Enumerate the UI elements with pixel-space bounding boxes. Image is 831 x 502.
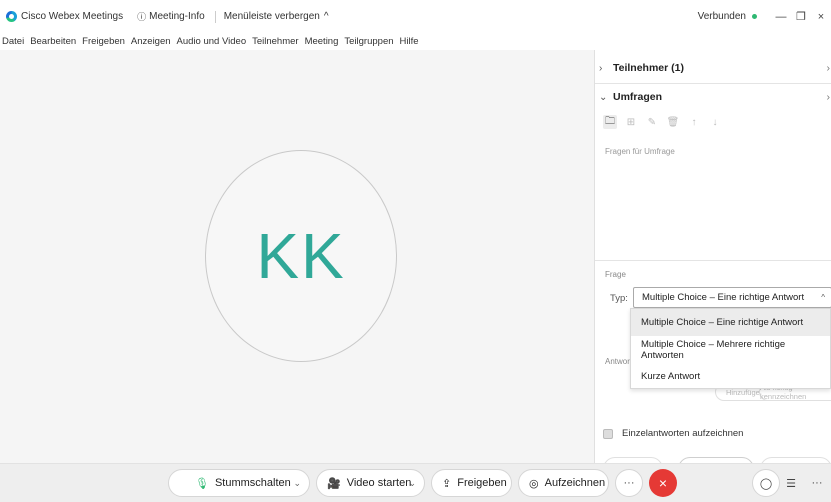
menu-hilfe[interactable]: Hilfe <box>400 36 419 47</box>
webex-logo-icon <box>6 11 17 22</box>
participants-header-label: Teilnehmer (1) <box>613 62 684 74</box>
poll-list-icon: ☰ <box>786 477 796 490</box>
answer-label: Antwort <box>605 357 633 366</box>
title-bar: Cisco Webex Meetings ⓘ Meeting-Info Menü… <box>0 0 831 33</box>
start-video-button[interactable]: 🎥 Video starten ⌄ <box>316 469 425 497</box>
record-label: Aufzeichnen <box>544 477 606 489</box>
question-type-value: Multiple Choice – Eine richtige Antwort <box>642 292 805 303</box>
more-icon: ··· <box>811 477 823 489</box>
share-label: Freigeben <box>457 477 507 489</box>
hide-menubar-label: Menüleiste verbergen <box>223 11 320 22</box>
question-label: Frage <box>605 270 626 279</box>
more-icon: ··· <box>623 477 635 489</box>
polls-close-icon[interactable]: › <box>827 91 831 103</box>
record-individual-label: Einzelantworten aufzeichnen <box>622 428 744 439</box>
record-individual-row[interactable]: Einzelantworten aufzeichnen <box>603 428 743 439</box>
close-button[interactable]: × <box>811 11 831 23</box>
menu-audio-video[interactable]: Audio und Video <box>177 36 247 47</box>
save-icon[interactable]: ⊞ <box>624 115 638 129</box>
question-type-select[interactable]: Multiple Choice – Eine richtige Antwort … <box>633 287 831 308</box>
record-icon: ◎ <box>529 477 539 490</box>
section-divider <box>595 260 831 261</box>
panel-more-button[interactable]: ··· <box>803 469 831 497</box>
question-type-dropdown: Multiple Choice – Eine richtige Antwort … <box>630 308 831 389</box>
meeting-toolbar: 🎙 Stummschalten ⌄ 🎥 Video starten ⌄ ⇪ Fr… <box>0 463 831 502</box>
dropdown-option-short-answer[interactable]: Kurze Antwort <box>631 363 830 390</box>
mute-button[interactable]: 🎙 Stummschalten ⌄ <box>168 469 310 497</box>
poll-toolbar: 🗀 ⊞ ✎ 🗑 ↑ ↓ <box>603 115 729 129</box>
chevron-right-icon: › <box>599 62 603 74</box>
edit-icon[interactable]: ✎ <box>645 115 659 129</box>
start-video-label: Video starten <box>346 477 412 489</box>
video-off-icon: 🎥 <box>327 477 341 490</box>
share-icon: ⇪ <box>442 477 452 490</box>
record-button[interactable]: ◎ Aufzeichnen <box>518 469 609 497</box>
chat-bubble-icon: ◯ <box>759 477 773 490</box>
move-down-icon[interactable]: ↓ <box>708 115 722 129</box>
app-brand: Cisco Webex Meetings <box>6 11 123 22</box>
close-icon: × <box>658 475 668 491</box>
participants-close-icon[interactable]: › <box>827 62 831 74</box>
meeting-info-button[interactable]: ⓘ Meeting-Info <box>137 10 205 23</box>
chevron-down-icon[interactable]: ⌄ <box>293 478 301 489</box>
more-options-button[interactable]: ··· <box>615 469 643 497</box>
record-individual-checkbox[interactable] <box>603 428 613 439</box>
connection-status: Verbunden <box>697 11 746 22</box>
dropdown-option-single-choice[interactable]: Multiple Choice – Eine richtige Antwort <box>631 309 830 336</box>
minimize-button[interactable]: — <box>771 11 791 23</box>
mute-label: Stummschalten <box>214 477 291 489</box>
caret-up-icon: ^ <box>821 293 825 302</box>
menu-teilnehmer[interactable]: Teilnehmer <box>252 36 298 47</box>
menu-bearbeiten[interactable]: Bearbeiten <box>30 36 76 47</box>
menu-teilgruppen[interactable]: Teilgruppen <box>344 36 393 47</box>
chevron-down-icon[interactable]: ⌄ <box>408 478 416 489</box>
participant-avatar: KK <box>205 150 397 362</box>
move-up-icon[interactable]: ↑ <box>687 115 701 129</box>
microphone-icon: 🎙 <box>195 477 209 490</box>
side-panel: › Teilnehmer (1) › ⌄ Umfragen › 🗀 ⊞ ✎ 🗑 … <box>594 50 831 481</box>
caret-up-icon: ^ <box>323 11 329 22</box>
meeting-info-label: Meeting-Info <box>149 11 205 22</box>
title-right: Verbunden — ❐ × <box>698 0 831 33</box>
app-name: Cisco Webex Meetings <box>21 11 124 22</box>
menu-datei[interactable]: Datei <box>2 36 24 47</box>
poll-questions-placeholder[interactable]: Fragen für Umfrage <box>605 147 675 156</box>
connected-dot-icon <box>752 14 757 19</box>
menu-meeting[interactable]: Meeting <box>305 36 339 47</box>
restore-button[interactable]: ❐ <box>791 10 811 23</box>
avatar-initials: KK <box>256 220 346 292</box>
share-button[interactable]: ⇪ Freigeben <box>431 469 512 497</box>
chat-button[interactable]: ◯ <box>752 469 780 497</box>
type-label: Typ: <box>610 293 628 304</box>
section-divider <box>595 83 831 84</box>
chevron-down-icon: ⌄ <box>599 91 608 103</box>
end-meeting-button[interactable]: × <box>649 469 677 497</box>
title-divider <box>214 10 216 23</box>
open-folder-icon[interactable]: 🗀 <box>603 115 617 129</box>
menu-bar: Datei Bearbeiten Freigeben Anzeigen Audi… <box>0 33 831 50</box>
hide-menubar-button[interactable]: Menüleiste verbergen ^ <box>224 11 329 22</box>
polls-panel-header[interactable]: ⌄ Umfragen › <box>595 85 831 109</box>
video-area: KK <box>0 50 594 463</box>
participants-panel-header[interactable]: › Teilnehmer (1) › <box>595 56 831 80</box>
menu-freigeben[interactable]: Freigeben <box>82 36 125 47</box>
polls-toolbar-button[interactable]: ☰ <box>777 469 805 497</box>
polls-header-label: Umfragen <box>613 91 663 103</box>
menu-anzeigen[interactable]: Anzeigen <box>131 36 171 47</box>
dropdown-option-multiple-choice[interactable]: Multiple Choice – Mehrere richtige Antwo… <box>631 336 830 363</box>
delete-icon[interactable]: 🗑 <box>666 115 680 129</box>
info-icon: ⓘ <box>137 12 147 22</box>
